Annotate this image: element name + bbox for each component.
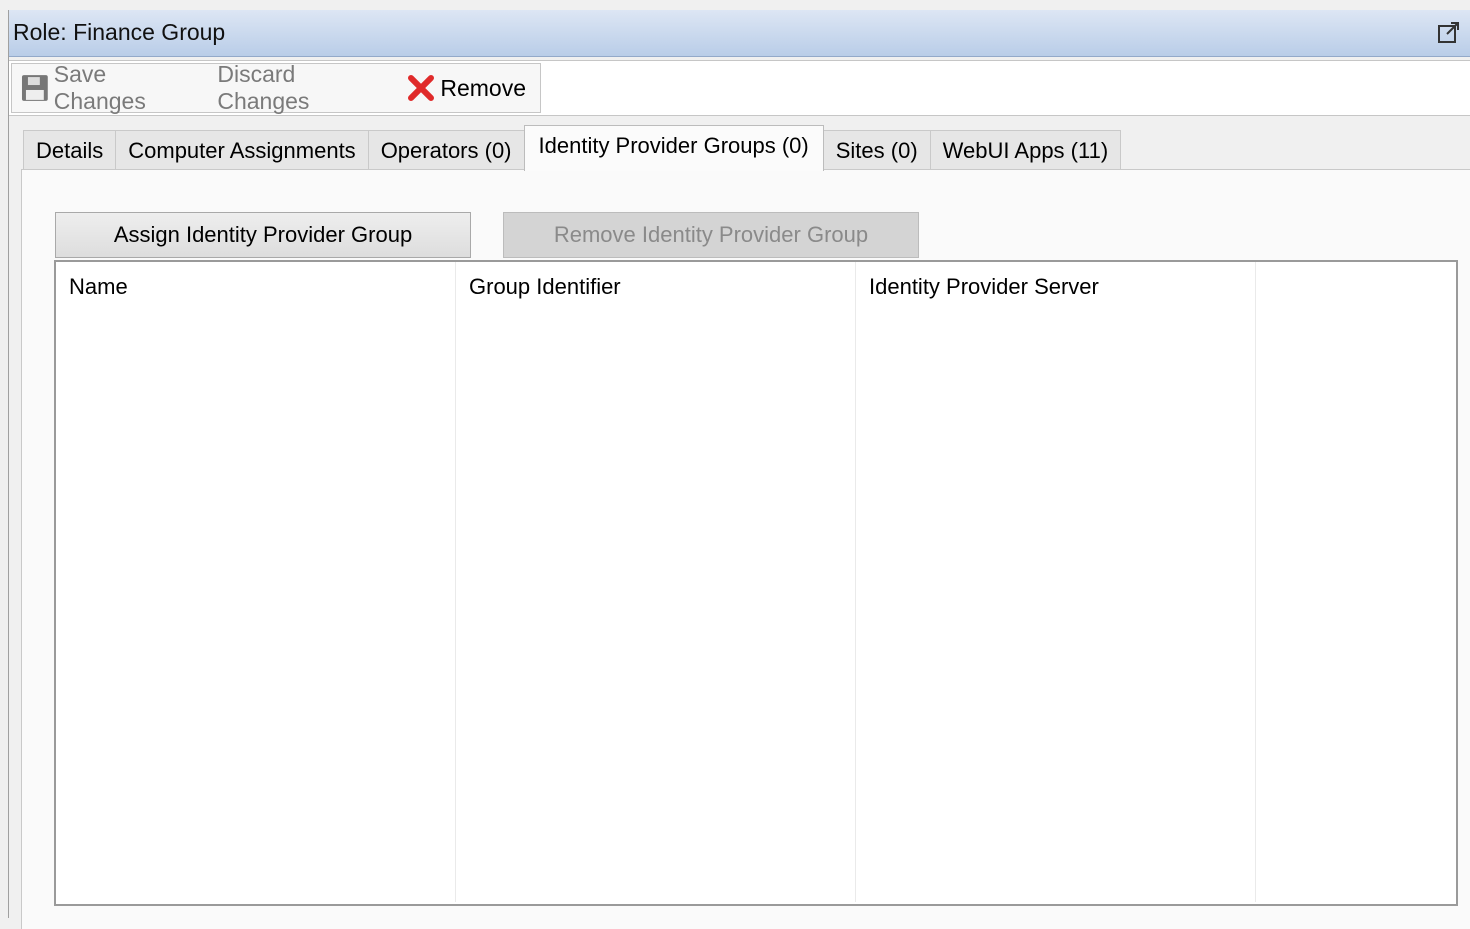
column-name-label: Name — [69, 274, 128, 299]
tab-sites[interactable]: Sites (0) — [822, 130, 931, 170]
red-x-icon — [408, 75, 435, 101]
column-filler — [1256, 262, 1456, 902]
save-changes-button[interactable]: Save Changes — [12, 61, 203, 115]
tab-panel: Assign Identity Provider Group Remove Id… — [21, 169, 1470, 929]
tab-webui-apps[interactable]: WebUI Apps (11) — [929, 130, 1122, 170]
remove-identity-provider-group-button[interactable]: Remove Identity Provider Group — [503, 212, 919, 258]
tab-details[interactable]: Details — [23, 130, 117, 170]
column-name[interactable]: Name — [56, 262, 456, 902]
save-changes-label: Save Changes — [53, 61, 146, 114]
window-titlebar: Role: Finance Group — [9, 10, 1470, 57]
discard-changes-label: Discard Changes — [217, 61, 310, 114]
discard-changes-button[interactable]: Discard Changes — [217, 61, 392, 115]
tab-operators[interactable]: Operators (0) — [367, 130, 525, 170]
toolbar: Save Changes Discard Changes Remove — [11, 61, 541, 115]
assign-identity-provider-group-button[interactable]: Assign Identity Provider Group — [55, 212, 471, 258]
popout-icon[interactable] — [1437, 20, 1461, 44]
tab-computer-assignments[interactable]: Computer Assignments — [115, 130, 369, 170]
toolbar-strip: Save Changes Discard Changes Remove — [9, 60, 1470, 116]
role-window: Role: Finance Group Save Changes Discard… — [8, 10, 1470, 929]
tab-strip: Details Computer Assignments Operators (… — [23, 125, 1122, 171]
column-identity-provider-server-label: Identity Provider Server — [869, 274, 1099, 299]
remove-label: Remove — [440, 74, 526, 101]
column-group-identifier-label: Group Identifier — [469, 274, 621, 299]
window-title: Role: Finance Group — [13, 19, 226, 45]
remove-button[interactable]: Remove — [406, 73, 526, 103]
floppy-disk-icon — [21, 75, 48, 101]
tab-identity-provider-groups[interactable]: Identity Provider Groups (0) — [523, 125, 824, 171]
identity-provider-groups-table[interactable]: Name Group Identifier Identity Provider … — [54, 260, 1458, 906]
column-identity-provider-server[interactable]: Identity Provider Server — [856, 262, 1256, 902]
column-group-identifier[interactable]: Group Identifier — [456, 262, 856, 902]
